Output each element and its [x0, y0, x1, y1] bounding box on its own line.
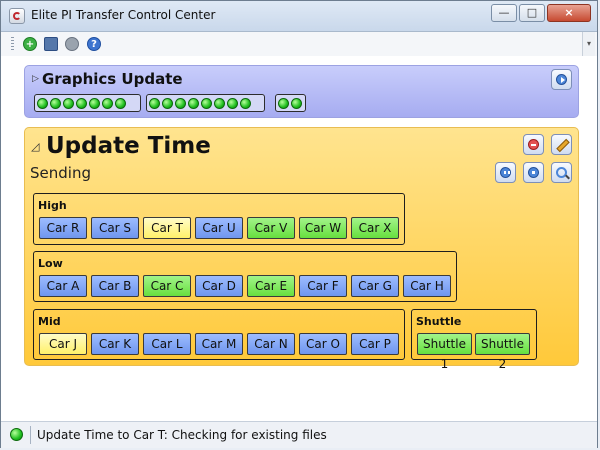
car-button[interactable]: Car F [299, 275, 347, 297]
car-button[interactable]: Car J [39, 333, 87, 355]
status-dot-icon [50, 97, 61, 109]
car-button[interactable]: Car X [351, 217, 399, 239]
stop-icon [528, 139, 539, 150]
app-window: Elite PI Transfer Control Center — □ × +… [0, 0, 598, 448]
skip-button[interactable] [495, 162, 516, 183]
car-button[interactable]: Shuttle 1 [417, 333, 472, 371]
car-button[interactable]: Car L [143, 333, 191, 355]
play-button[interactable] [551, 69, 572, 90]
status-dot-icon [188, 97, 199, 109]
group-high-title: High [38, 199, 67, 212]
group-shuttle-title: Shuttle [416, 315, 462, 328]
magnifier-icon [556, 167, 567, 178]
expand-toggle-icon[interactable]: ▷ [32, 74, 39, 84]
car-button[interactable]: Car P [351, 333, 399, 355]
pencil-icon [556, 139, 567, 150]
car-button[interactable]: Car A [39, 275, 87, 297]
skip-icon [500, 167, 511, 178]
maximize-button[interactable]: □ [519, 4, 545, 22]
status-dot-icon [175, 97, 186, 109]
group-mid: Mid Car J Car K Car L Car M Car N Car O Car P [33, 309, 405, 360]
status-dot-icon [89, 97, 100, 109]
car-button[interactable]: Car B [91, 275, 139, 297]
car-button[interactable]: Car S [91, 217, 139, 239]
edit-button[interactable] [551, 134, 572, 155]
status-dot-icon [63, 97, 74, 109]
car-button[interactable]: Car U [195, 217, 243, 239]
status-dot-icon [37, 97, 48, 109]
car-button[interactable]: Car E [247, 275, 295, 297]
status-dot-icon [76, 97, 87, 109]
group-high: High Car R Car S Car T Car U Car V Car W Car X [33, 193, 405, 245]
status-dot-icon [227, 97, 238, 109]
update-time-title: Update Time [46, 133, 211, 159]
status-dot-icon [291, 97, 302, 109]
car-button[interactable]: Car D [195, 275, 243, 297]
group-mid-title: Mid [38, 315, 61, 328]
dot-group-1 [34, 94, 141, 112]
dot-group-2 [146, 94, 265, 112]
group-low: Low Car A Car B Car C Car D Car E Car F Car GC… [33, 251, 457, 302]
title-bar: Elite PI Transfer Control Center — □ × [1, 1, 597, 32]
status-dot-icon [115, 97, 126, 109]
gear-icon[interactable] [65, 37, 79, 51]
update-time-panel: ◿ Update Time Sending High Car R Car S Car… [24, 127, 579, 371]
car-button[interactable]: Car T [143, 217, 191, 239]
status-dot-icon [102, 97, 113, 109]
copy-icon[interactable] [44, 37, 58, 51]
car-button[interactable]: Car C [143, 275, 191, 297]
cancel-button[interactable] [523, 134, 544, 155]
car-button[interactable]: Car R [39, 217, 87, 239]
car-button[interactable]: Shuttle 2 [475, 333, 530, 371]
add-icon[interactable]: + [23, 37, 37, 51]
stop-square-icon [528, 167, 539, 178]
car-button[interactable]: Car K [91, 333, 139, 355]
car-button[interactable]: Car M [195, 333, 243, 355]
car-button[interactable]: Car W [299, 217, 347, 239]
car-button[interactable]: Car N [247, 333, 295, 355]
status-dot-icon [149, 97, 160, 109]
stop-button[interactable] [523, 162, 544, 183]
car-button[interactable]: Car H [403, 275, 451, 297]
graphics-update-panel: ▷ Graphics Update [24, 65, 579, 118]
close-button[interactable]: × [547, 4, 591, 22]
update-status-text: Sending [30, 164, 91, 182]
car-button[interactable]: Car G [351, 275, 399, 297]
car-button[interactable]: Car V [247, 217, 295, 239]
window-title: Elite PI Transfer Control Center [31, 8, 216, 22]
search-button[interactable] [551, 162, 572, 183]
minimize-button[interactable]: — [491, 4, 517, 22]
toolbar: + ? ▾ [1, 32, 597, 56]
collapse-toggle-icon[interactable]: ◿ [31, 140, 39, 153]
group-low-title: Low [38, 257, 63, 270]
status-dot-icon [278, 97, 289, 109]
group-shuttle: Shuttle Shuttle 1 Shuttle 2 [411, 309, 537, 371]
app-logo-icon [9, 8, 25, 24]
play-icon [556, 74, 567, 85]
toolbar-overflow-button[interactable]: ▾ [582, 32, 595, 56]
status-dot-icon [162, 97, 173, 109]
toolbar-grip[interactable] [11, 37, 14, 51]
help-icon[interactable]: ? [87, 37, 101, 51]
graphics-update-title: Graphics Update [42, 70, 183, 88]
status-bar: Update Time to Car T: Checking for exist… [1, 421, 597, 448]
status-dot-icon [214, 97, 225, 109]
status-dot-icon [240, 97, 251, 109]
status-message: Update Time to Car T: Checking for exist… [37, 428, 327, 442]
car-button[interactable]: Car O [299, 333, 347, 355]
status-divider [30, 426, 31, 444]
status-indicator-icon [10, 428, 23, 441]
dot-group-3 [275, 94, 306, 112]
status-dot-icon [201, 97, 212, 109]
